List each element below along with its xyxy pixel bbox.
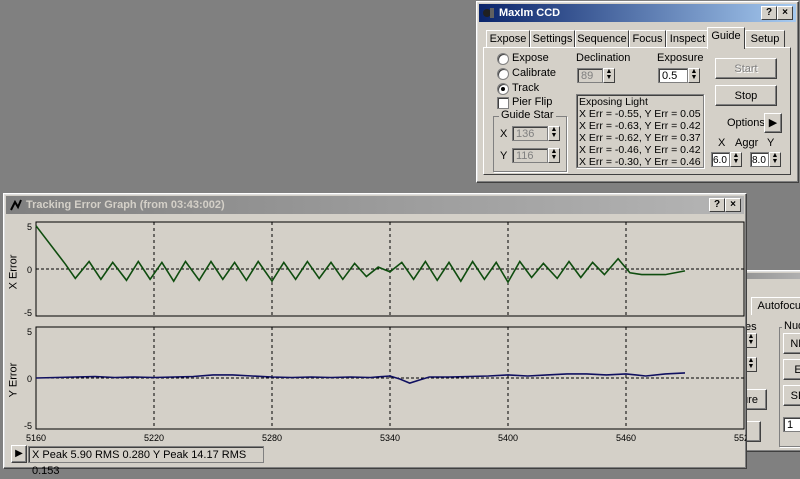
- x-axis-tick-label: 5220: [144, 433, 164, 443]
- tab-settings[interactable]: Settings: [530, 30, 575, 48]
- nudge-value-field[interactable]: 1: [783, 417, 800, 432]
- radio-track-label: Track: [512, 82, 540, 94]
- aggr-label: Aggr: [735, 137, 759, 149]
- guide-x-label: X: [500, 128, 508, 140]
- radio-track[interactable]: [497, 83, 509, 95]
- aggr-x-spinner[interactable]: ▲ ▼: [730, 152, 742, 167]
- tab-setup[interactable]: Setup: [745, 30, 785, 48]
- x-axis-tick-label: 5520: [734, 433, 746, 443]
- stop-button[interactable]: Stop: [715, 85, 777, 106]
- tab-focus[interactable]: Focus: [629, 30, 666, 48]
- guide-y-field[interactable]: 116: [512, 148, 548, 163]
- pier-flip-checkbox[interactable]: [497, 97, 509, 109]
- aggr-y-label: Y: [767, 137, 775, 149]
- tab-inspect[interactable]: Inspect: [666, 30, 709, 48]
- x-ytick-label: -5: [24, 308, 32, 318]
- tab-guide[interactable]: Guide: [707, 27, 745, 49]
- x-ytick-label: 0: [27, 265, 32, 275]
- start-button[interactable]: Start: [715, 58, 777, 79]
- x-axis-tick-label: 5160: [26, 433, 46, 443]
- declination-field[interactable]: 89: [577, 68, 603, 83]
- radio-calibrate[interactable]: [497, 68, 509, 80]
- status-line: X Err = -0.63, Y Err = 0.42: [579, 120, 701, 132]
- status-line: Exposing Light: [579, 96, 648, 108]
- nudge-ne-button[interactable]: NE: [783, 333, 800, 354]
- peak-rms-readout: X Peak 5.90 RMS 0.280 Y Peak 14.17 RMS 0…: [28, 446, 264, 477]
- aggr-x-field[interactable]: 6.0: [711, 152, 730, 167]
- guide-y-spinner[interactable]: ▲ ▼: [548, 148, 560, 163]
- nudge-e-button[interactable]: E: [783, 359, 800, 380]
- tab-expose[interactable]: Expose: [486, 30, 530, 48]
- guide-status-box: Exposing Light X Err = -0.55, Y Err = 0.…: [576, 94, 704, 168]
- exposure-field[interactable]: 0.5: [658, 68, 688, 83]
- close-button[interactable]: ×: [777, 6, 793, 20]
- guide-x-field[interactable]: 136: [512, 126, 548, 141]
- tracking-error-window: Tracking Error Graph (from 03:43:002) ? …: [3, 193, 747, 477]
- x-axis-tick-label: 5460: [616, 433, 636, 443]
- radio-expose[interactable]: [497, 53, 509, 65]
- x-axis-tick-label: 5400: [498, 433, 518, 443]
- help-button[interactable]: ?: [761, 6, 777, 20]
- options-label: Options: [727, 117, 765, 129]
- footer-arrow-button[interactable]: ▶: [11, 445, 27, 463]
- maxim-app-icon: [483, 8, 494, 18]
- x-axis-tick-label: 5340: [380, 433, 400, 443]
- tracking-chart: 5 0 -5 5 0 -5 5160 5220 5280 5340 5400 5460 5520: [24, 221, 746, 443]
- y-ytick-label: 5: [27, 327, 32, 337]
- guide-star-title: Guide Star: [499, 109, 556, 121]
- exposure-spinner[interactable]: ▲ ▼: [688, 68, 700, 83]
- exposure-label: Exposure: [657, 52, 704, 64]
- aggr-x-label: X: [718, 137, 726, 149]
- guide-x-spinner[interactable]: ▲ ▼: [548, 126, 560, 141]
- maxim-title: MaxIm CCD: [499, 7, 561, 19]
- status-line: X Err = -0.30, Y Err = 0.46: [579, 156, 701, 168]
- maxim-titlebar[interactable]: MaxIm CCD ? ×: [479, 4, 796, 22]
- y-ytick-label: 0: [27, 374, 32, 384]
- tab-autofocus[interactable]: Autofocus: [751, 297, 800, 315]
- tab-sequence[interactable]: Sequence: [575, 30, 629, 48]
- radio-expose-label: Expose: [512, 52, 549, 64]
- nudge-group-title: Nud: [782, 320, 800, 332]
- maxim-ccd-window: MaxIm CCD ? × Expose Settings Sequence F…: [476, 1, 799, 183]
- y-ytick-label: -5: [24, 421, 32, 431]
- x-error-axis-label: X Error: [7, 254, 20, 290]
- x-ytick-label: 5: [27, 222, 32, 232]
- pier-flip-label: Pier Flip: [512, 96, 553, 108]
- aggr-y-spinner[interactable]: ▲ ▼: [769, 152, 781, 167]
- declination-label: Declination: [576, 52, 631, 64]
- status-line: X Err = -0.62, Y Err = 0.37: [579, 132, 701, 144]
- aggr-y-field[interactable]: 8.0: [750, 152, 769, 167]
- status-line: X Err = -0.55, Y Err = 0.05: [579, 108, 701, 120]
- y-error-axis-label: Y Error: [7, 362, 20, 398]
- nudge-se-button[interactable]: SE: [783, 385, 800, 406]
- declination-spinner[interactable]: ▲ ▼: [603, 68, 615, 83]
- guide-y-label: Y: [500, 150, 508, 162]
- x-axis-tick-label: 5280: [262, 433, 282, 443]
- radio-calibrate-label: Calibrate: [512, 67, 557, 79]
- status-line: X Err = -0.46, Y Err = 0.42: [579, 144, 701, 156]
- options-arrow-button[interactable]: ▶: [764, 113, 782, 133]
